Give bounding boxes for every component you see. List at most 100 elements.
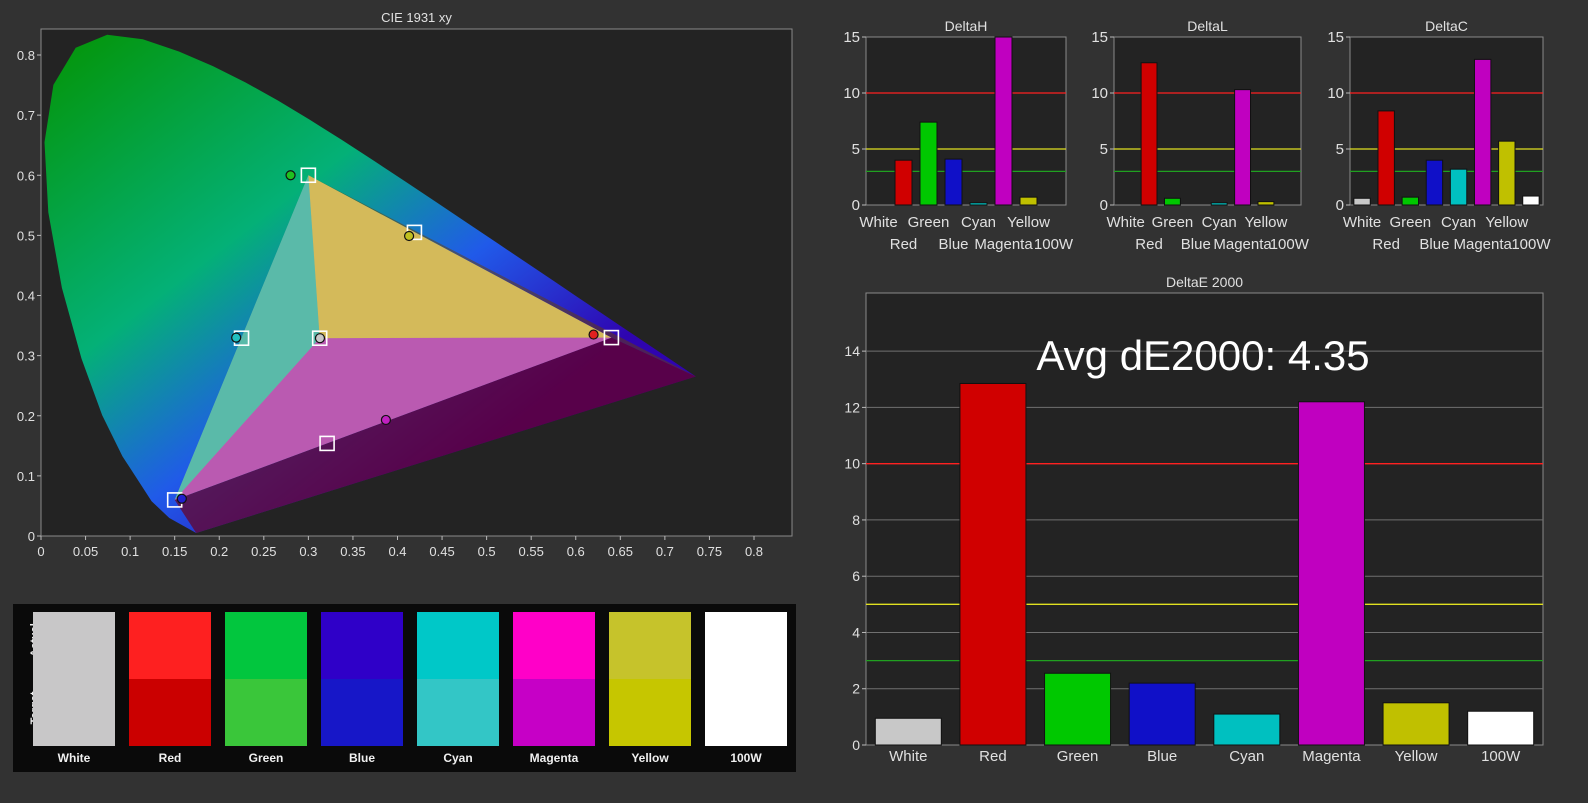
cie-x-tick-label: 0.15 [162, 544, 187, 559]
bar-cyan [969, 202, 988, 206]
swatch-actual [321, 612, 403, 679]
x-tick-label: Yellow [1485, 214, 1528, 231]
y-tick-label: 15 [1091, 29, 1108, 46]
cie-y-tick-label: 0.7 [17, 108, 35, 123]
bar-magenta [1473, 58, 1492, 206]
chart-title: DeltaL [1187, 18, 1228, 34]
bar-blue [1425, 159, 1444, 206]
cie-x-tick-label: 0.7 [656, 544, 674, 559]
y-tick-label: 5 [1336, 141, 1344, 158]
swatch-red [129, 612, 211, 746]
swatch-actual [705, 612, 787, 679]
swatch-target [417, 679, 499, 746]
swatch-label: Yellow [631, 751, 669, 765]
x-tick-label: 100W [1034, 236, 1074, 253]
avg-annotation: Avg dE2000: 4.35 [1036, 332, 1369, 379]
swatch-label: Green [248, 751, 284, 765]
swatch-label: Cyan [443, 751, 473, 765]
bar-red [1140, 62, 1158, 206]
swatch-actual [33, 612, 115, 679]
cie-x-tick-label: 0.25 [251, 544, 276, 559]
swatch-target [225, 679, 307, 746]
y-tick-label: 2 [852, 681, 860, 697]
y-tick-label: 10 [844, 456, 860, 472]
swatch-label: Blue [348, 751, 375, 765]
swatch-yellow [609, 612, 691, 746]
actual-red [588, 329, 599, 340]
delta-charts: DeltaH 0 5 10 15 White Red Green Blue Cyan Magenta… [843, 18, 1551, 765]
y-tick-label: 0 [852, 197, 860, 214]
swatch-target [513, 679, 595, 746]
swatch-actual [129, 612, 211, 679]
x-tick-label: Yellow [1245, 214, 1288, 231]
y-tick-label: 10 [1091, 85, 1108, 102]
cie-x-tick-label: 0.6 [567, 544, 585, 559]
cie-x-tick-label: 0.05 [73, 544, 98, 559]
x-tick-label: Magenta [974, 236, 1033, 253]
bar-cyan [1213, 713, 1281, 746]
y-tick-label: 10 [843, 85, 860, 102]
y-tick-label: 14 [844, 343, 860, 359]
bar-green [1401, 196, 1420, 206]
swatch-cyan [417, 612, 499, 746]
cie-x-tick-label: 0.5 [478, 544, 496, 559]
x-tick-label: Yellow [1007, 214, 1050, 231]
cie-y-tick-label: 0.3 [17, 349, 35, 364]
x-tick-label: Blue [1147, 748, 1177, 765]
y-tick-label: 6 [852, 568, 860, 584]
x-tick-label: Cyan [1202, 214, 1237, 231]
x-tick-label: Cyan [1441, 214, 1476, 231]
swatch-target [705, 679, 787, 746]
bar-blue [1128, 682, 1196, 746]
swatch-green [225, 612, 307, 746]
actual-white [314, 333, 326, 344]
x-tick-label: Magenta [1454, 236, 1513, 253]
bar-100w [1467, 710, 1535, 746]
cie-x-tick-label: 0.1 [121, 544, 139, 559]
cie-y-tick-label: 0.8 [17, 48, 35, 63]
y-tick-label: 8 [852, 512, 860, 528]
y-tick-label: 5 [852, 141, 860, 158]
bar-yellow [1382, 702, 1450, 746]
x-tick-label: Blue [938, 236, 968, 253]
swatch-100w [705, 612, 787, 746]
swatch-target [321, 679, 403, 746]
y-tick-label: 12 [844, 399, 860, 415]
swatch-panel: Actual Target WhiteRedGreenBlueCyanMagen… [13, 604, 796, 772]
bar-red [1377, 110, 1395, 206]
chart-title: DeltaC [1425, 18, 1468, 34]
x-tick-label: Magenta [1302, 748, 1361, 765]
cie-y-tick-label: 0.1 [17, 469, 35, 484]
cie-x-tick-label: 0.8 [745, 544, 763, 559]
x-tick-label: White [1343, 214, 1381, 231]
cie-title: CIE 1931 xy [381, 10, 452, 25]
cie-x-tick-label: 0.3 [299, 544, 317, 559]
bar-cyan [1210, 202, 1228, 206]
y-tick-label: 10 [1327, 85, 1344, 102]
cie-y-tick-label: 0.6 [17, 168, 35, 183]
actual-magenta [380, 414, 392, 426]
x-tick-label: Blue [1419, 236, 1449, 253]
chart-title: DeltaE 2000 [1166, 274, 1243, 290]
x-tick-label: Cyan [961, 214, 996, 231]
actual-blue [176, 493, 187, 504]
cie-x-tick-label: 0.35 [340, 544, 365, 559]
x-tick-label: Green [1057, 748, 1099, 765]
swatch-actual [225, 612, 307, 679]
swatch-blue [321, 612, 403, 746]
bar-blue [944, 158, 963, 206]
chart-title: DeltaH [945, 18, 988, 34]
swatch-actual [609, 612, 691, 679]
bar-magenta [994, 36, 1013, 206]
y-tick-label: 0 [1100, 197, 1108, 214]
x-tick-label: Red [979, 748, 1007, 765]
cie-y-tick-label: 0.5 [17, 228, 35, 243]
bar-magenta [1234, 89, 1252, 206]
cie-x-tick-label: 0.55 [519, 544, 544, 559]
x-tick-label: 100W [1481, 748, 1521, 765]
bar-yellow [1257, 201, 1275, 206]
bar-white [874, 717, 942, 746]
swatch-magenta [513, 612, 595, 746]
x-tick-label: Yellow [1395, 748, 1438, 765]
cie-x-tick-label: 0.4 [388, 544, 406, 559]
